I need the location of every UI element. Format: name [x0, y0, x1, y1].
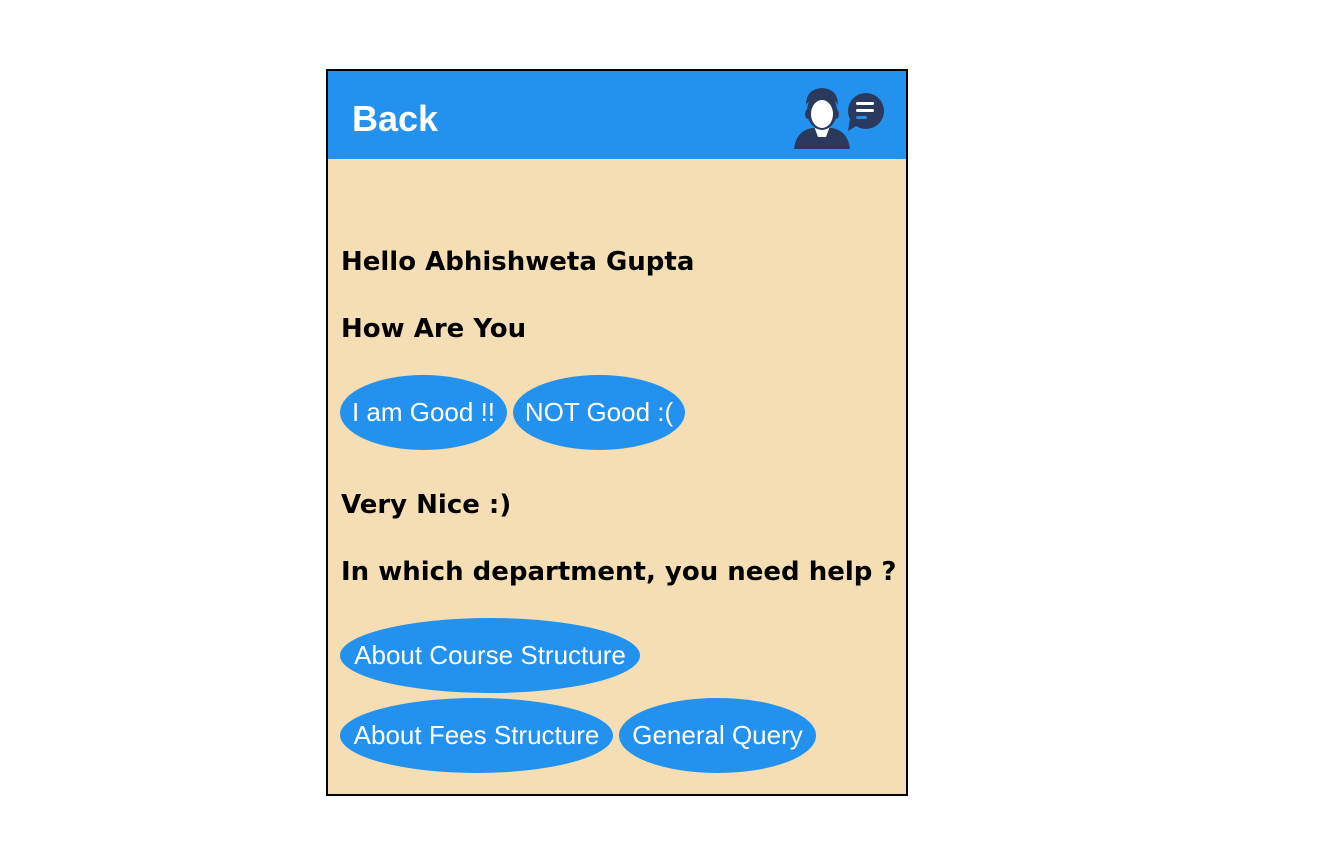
chat-header: Back — [328, 71, 906, 159]
bot-message-greeting: Hello Abhishweta Gupta — [341, 247, 695, 277]
bot-message-question: How Are You — [341, 314, 527, 344]
bot-message-department: In which department, you need help ? — [341, 557, 897, 587]
chatbot-window: Back Hello Abhishweta Gupta How Are You … — [326, 69, 908, 796]
option-not-good-button[interactable]: NOT Good :( — [513, 375, 685, 450]
bot-message-reply: Very Nice :) — [341, 490, 512, 520]
chatbot-agent-icon — [794, 88, 884, 149]
back-button[interactable]: Back — [352, 97, 438, 141]
option-fees-structure-button[interactable]: About Fees Structure — [340, 698, 613, 773]
option-general-query-button[interactable]: General Query — [619, 698, 816, 773]
option-good-button[interactable]: I am Good !! — [340, 375, 507, 450]
option-course-structure-button[interactable]: About Course Structure — [340, 618, 640, 693]
